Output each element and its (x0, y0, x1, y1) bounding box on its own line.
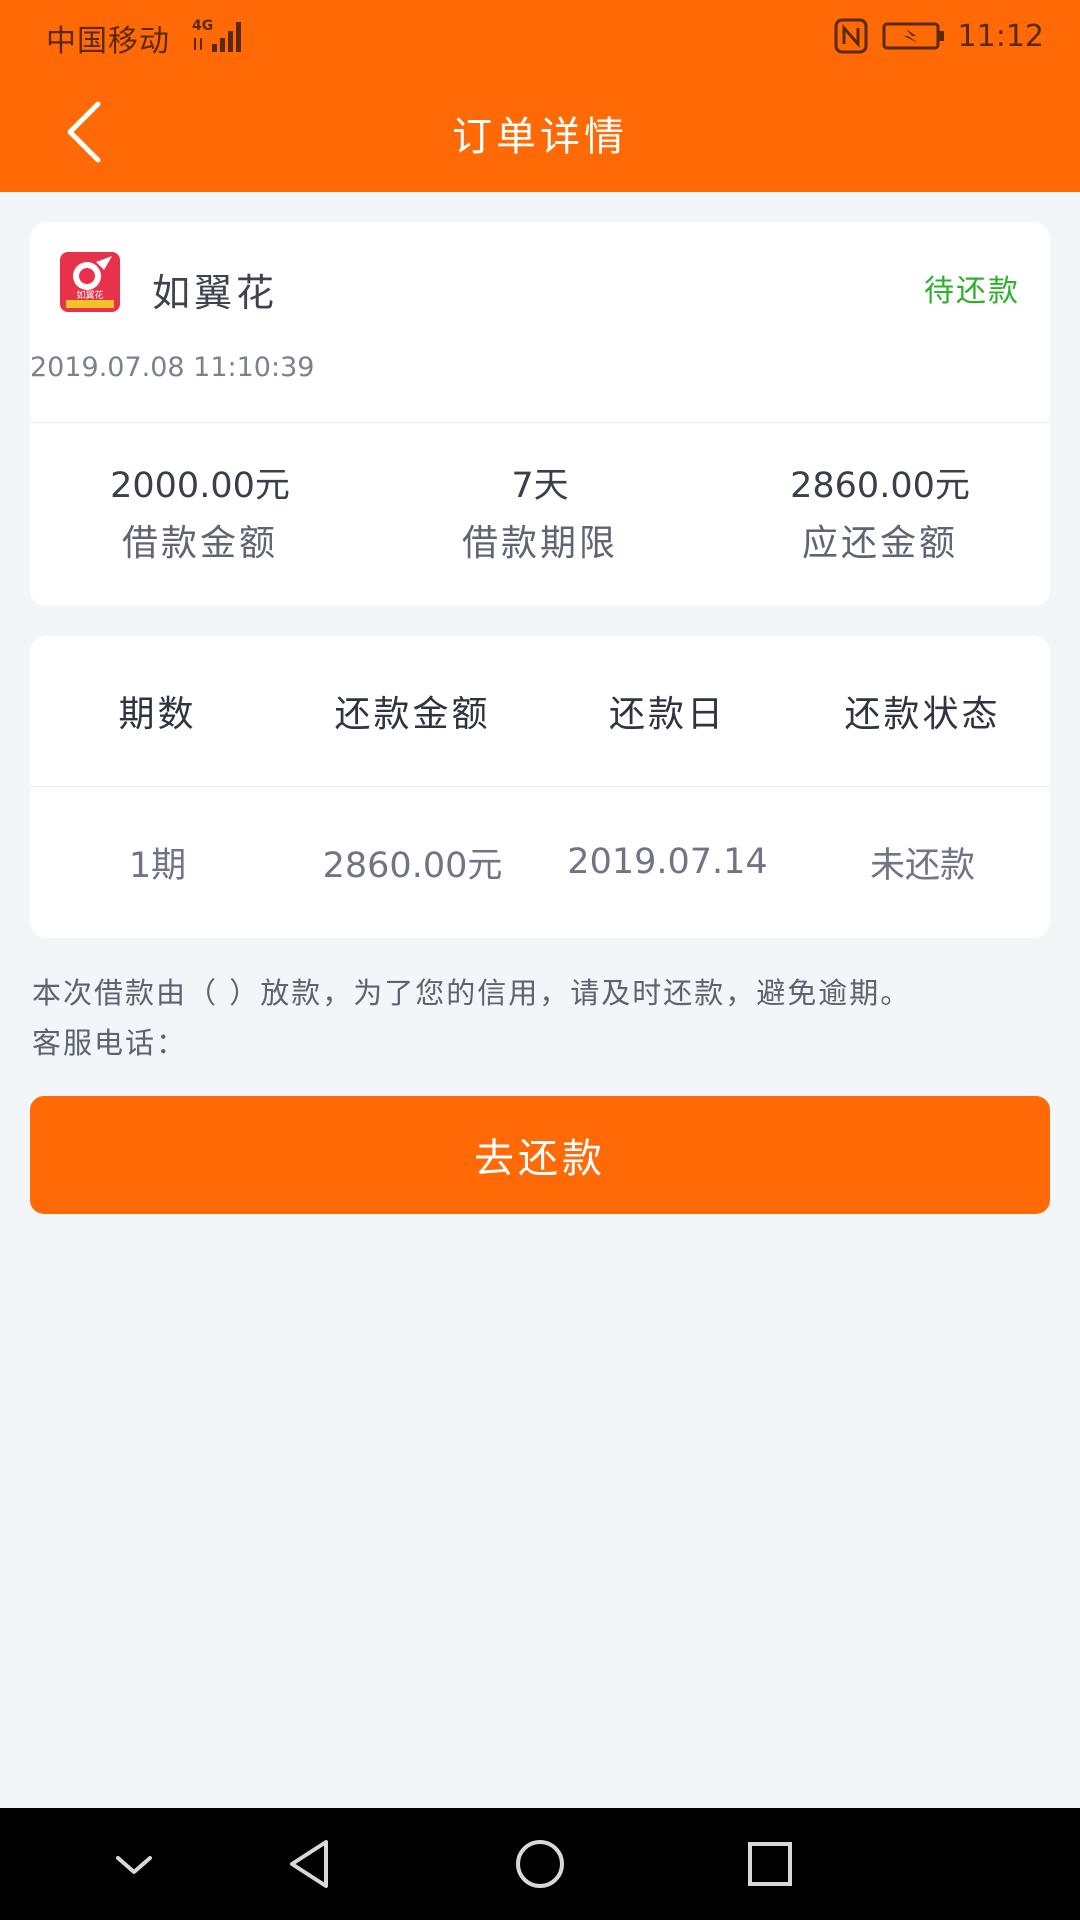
status-time: 11:12 (957, 18, 1044, 54)
divider (30, 422, 1050, 423)
nfc-icon (834, 18, 868, 54)
summary-value: 2000.00元 (110, 466, 290, 506)
logo-text: 如翼花 (76, 289, 103, 301)
order-status-badge: 待还款 (924, 274, 1020, 309)
table-header-cell: 还款日 (608, 694, 726, 735)
summary-due-amount: 2860.00元 应还金额 (710, 462, 1050, 568)
table-cell: 2860.00元 (322, 845, 503, 886)
summary-label: 借款金额 (121, 523, 278, 564)
table-header-cell: 期数 (118, 694, 197, 735)
chevron-down-icon[interactable] (104, 1834, 164, 1894)
square-recent-icon[interactable] (740, 1834, 800, 1894)
repay-button[interactable]: 去还款 (30, 1096, 1050, 1214)
order-card: 如翼花 如翼花 待还款 2019.07.08 11:10:39 2000.00元… (30, 222, 1050, 606)
page-title: 订单详情 (452, 114, 628, 160)
summary-value: 7天 (511, 466, 569, 506)
app-name: 如翼花 (152, 271, 279, 315)
order-summary: 2000.00元 借款金额 7天 借款期限 2860.00元 应还金额 (30, 462, 1050, 568)
table-header-row: 期数 还款金额 还款日 还款状态 (30, 636, 1050, 786)
triangle-back-icon[interactable] (280, 1834, 340, 1894)
order-datetime: 2019.07.08 11:10:39 (30, 352, 315, 383)
table-cell: 2019.07.14 (567, 842, 768, 882)
table-cell: 未还款 (869, 845, 975, 886)
app-logo: 如翼花 (60, 252, 120, 312)
header: 中国移动 4G 11:12 订单详情 (0, 0, 1080, 192)
repayment-table: 期数 还款金额 还款日 还款状态 1期 2860.00元 2019.07.14 … (30, 636, 1050, 938)
system-nav-bar (0, 1808, 1080, 1920)
status-right: 11:12 (834, 16, 1044, 56)
signal-icon: 4G (192, 18, 241, 52)
table-cell: 1期 (128, 845, 187, 886)
summary-label: 应还金额 (801, 523, 958, 564)
circle-home-icon[interactable] (510, 1834, 570, 1894)
battery-charging-icon (882, 22, 944, 50)
summary-loan-term: 7天 借款期限 (370, 462, 710, 568)
carrier-label: 中国移动 (46, 24, 170, 59)
notice-line: 本次借款由（ ）放款，为了您的信用，请及时还款，避免逾期。 (32, 976, 912, 1010)
summary-loan-amount: 2000.00元 借款金额 (30, 462, 370, 568)
status-bar: 中国移动 4G 11:12 (0, 0, 1080, 74)
table-header-cell: 还款金额 (334, 694, 491, 735)
loan-notice: 本次借款由（ ）放款，为了您的信用，请及时还款，避免逾期。 客服电话： (32, 968, 1052, 1068)
customer-service-line: 客服电话： (32, 1026, 188, 1060)
summary-value: 2860.00元 (790, 466, 970, 506)
table-row: 1期 2860.00元 2019.07.14 未还款 (30, 787, 1050, 937)
nav-bar: 订单详情 (0, 74, 1080, 192)
table-header-cell: 还款状态 (844, 694, 1001, 735)
network-type-label: 4G (192, 18, 213, 34)
summary-label: 借款期限 (461, 523, 618, 564)
